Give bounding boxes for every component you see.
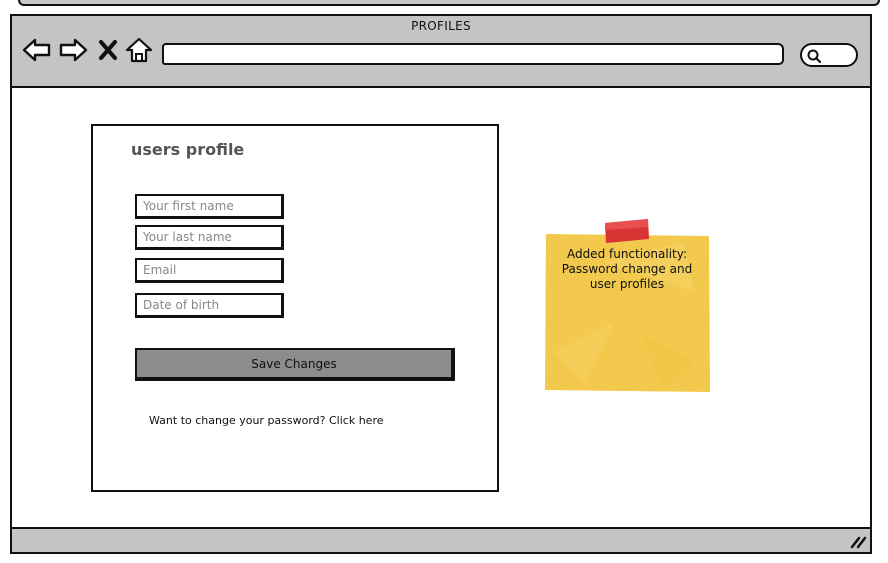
window-title: PROFILES — [411, 19, 471, 33]
sticky-note-line: Password change and — [561, 262, 693, 276]
back-arrow-icon[interactable] — [22, 36, 52, 64]
search-field[interactable] — [800, 43, 858, 67]
change-password-link[interactable]: Want to change your password? Click here — [149, 414, 449, 430]
last-name-input[interactable] — [135, 225, 284, 250]
search-icon — [807, 49, 822, 64]
tape-icon — [604, 219, 650, 243]
home-icon[interactable] — [124, 36, 154, 64]
close-icon[interactable] — [95, 36, 121, 64]
form-title: users profile — [131, 140, 245, 159]
save-changes-button[interactable]: Save Changes — [135, 348, 455, 381]
email-input[interactable] — [135, 258, 284, 283]
first-name-input[interactable] — [135, 194, 284, 219]
resize-grip-icon[interactable] — [848, 532, 868, 550]
date-of-birth-input[interactable] — [135, 293, 284, 318]
sticky-note-line: Added functionality: — [566, 247, 688, 261]
sticky-note-line: user profiles — [589, 277, 665, 291]
forward-arrow-icon[interactable] — [58, 36, 88, 64]
status-bar — [10, 527, 872, 554]
background-window-edge — [18, 0, 880, 6]
sticky-note-text: Added functionality: Password change and… — [552, 247, 702, 307]
address-bar[interactable] — [162, 43, 784, 65]
